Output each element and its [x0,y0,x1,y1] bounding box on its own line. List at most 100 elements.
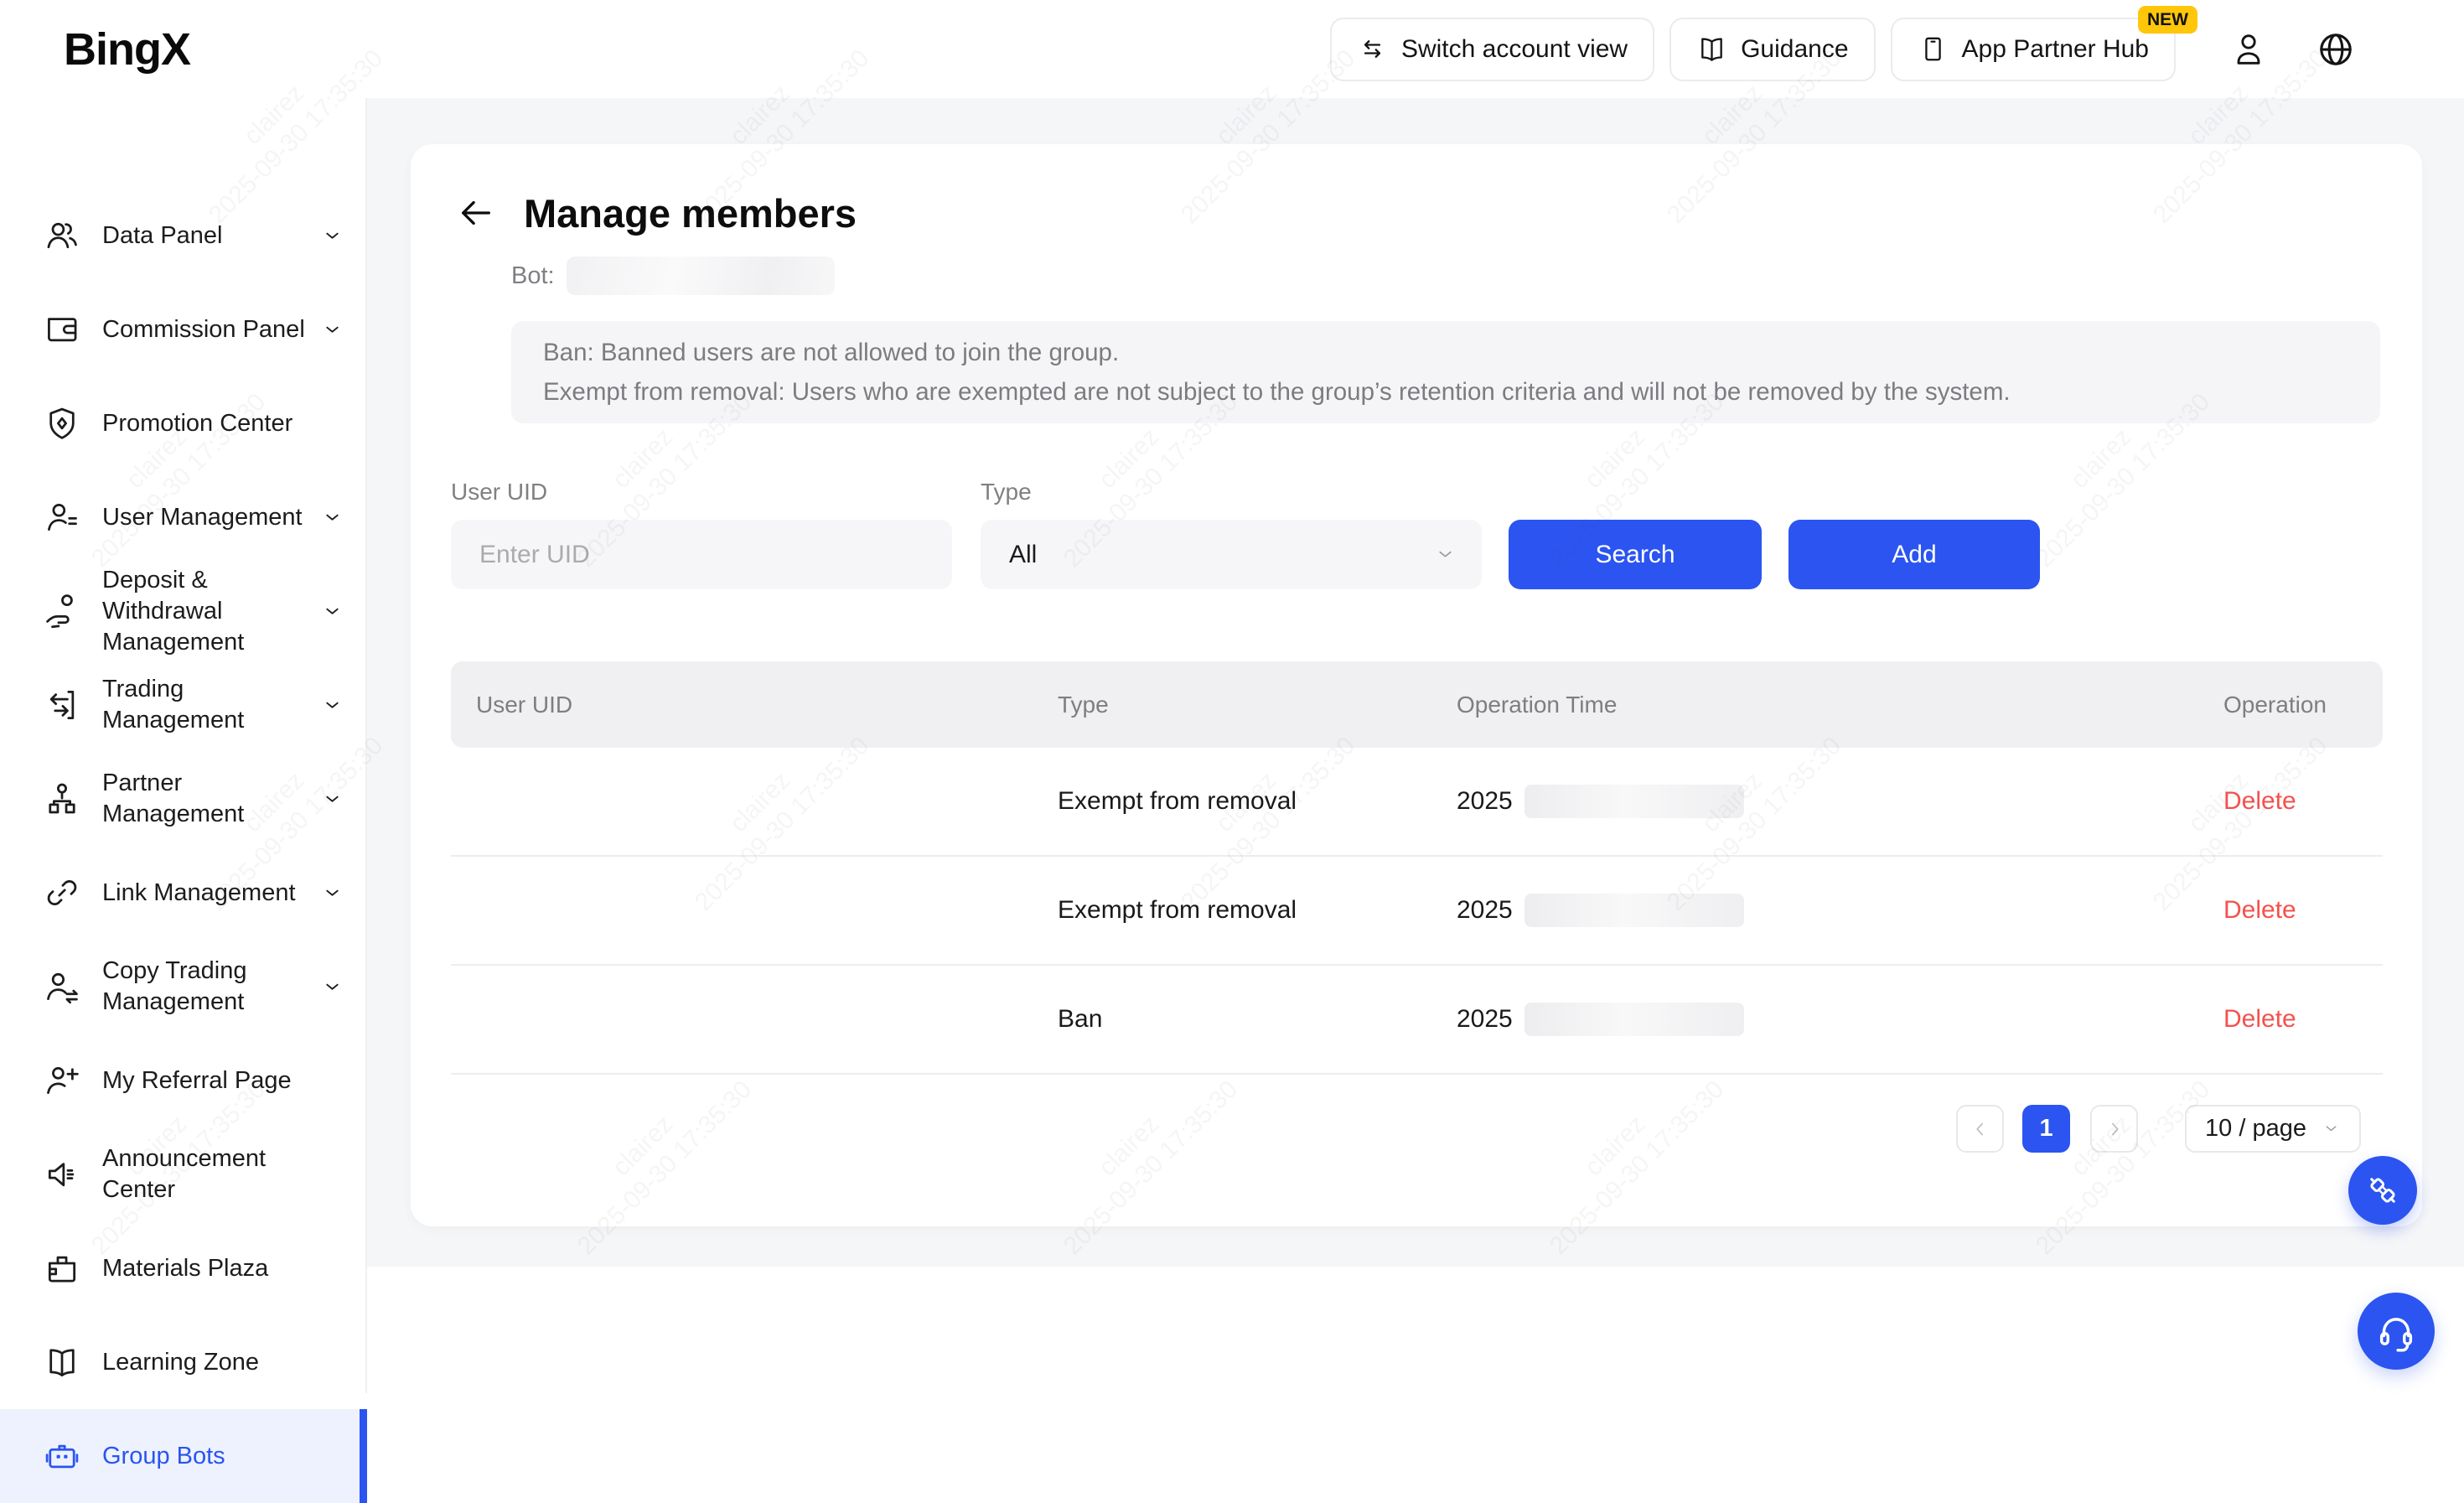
delete-link[interactable]: Delete [2223,787,2296,815]
search-button[interactable]: Search [1509,520,1762,589]
swap-icon [1357,34,1388,65]
hand-coin-icon [44,593,80,630]
org-chart-icon [44,780,80,817]
chevron-left-icon [1970,1118,1991,1140]
time-redacted [1524,894,1744,927]
next-page-button[interactable] [2090,1105,2138,1153]
avatar-icon[interactable] [2229,30,2268,69]
sidebar-item-label: Promotion Center [102,408,292,439]
user-lines-icon [44,499,80,536]
top-bar: BingX Switch account view Guidance App P… [0,0,2464,98]
user-uid-label: User UID [451,479,547,505]
notice-line-1: Ban: Banned users are not allowed to joi… [543,333,2348,372]
person-plus-icon [44,1062,80,1099]
type-cell: Ban [1058,1005,1457,1034]
time-redacted [1524,785,1744,818]
add-button[interactable]: Add [1788,520,2040,589]
bingx-logo: BingX [64,23,190,75]
col-operation: Operation [2223,692,2464,718]
uid-field-wrap [451,520,952,589]
sidebar-item-materials-plaza[interactable]: Materials Plaza [0,1221,365,1315]
back-arrow-icon[interactable] [457,194,495,232]
page-size-select[interactable]: 10 / page [2185,1105,2361,1153]
sidebar-item-data-panel[interactable]: Data Panel [0,189,365,282]
sidebar-item-label: Commission Panel [102,314,305,345]
top-actions: Switch account view Guidance App Partner… [1330,0,2357,98]
chevron-down-icon [321,882,344,904]
operation-time-cell: 2025 [1457,896,1513,925]
sidebar-item-trading-management[interactable]: TradingManagement [0,658,365,752]
sidebar-item-label: My Referral Page [102,1065,292,1096]
sidebar-item-label: Copy TradingManagement [102,956,247,1018]
robot-icon [44,1438,80,1474]
chevron-down-icon [2322,1119,2341,1138]
table-body: Exempt from removal 2025 Delete Exempt f… [451,748,2383,1075]
toolbox-icon [44,1250,80,1287]
connect-fab-button[interactable] [2348,1156,2417,1225]
sidebar-item-announcement-center[interactable]: AnnouncementCenter [0,1127,365,1221]
sidebar-item-copy-trading-management[interactable]: Copy TradingManagement [0,940,365,1034]
switch-account-view-label: Switch account view [1401,35,1628,64]
chevron-down-icon [321,225,344,247]
content-area: Manage members Bot: Ban: Banned users ar… [367,98,2464,1267]
shield-icon [44,405,80,442]
sidebar-item-label: User Management [102,502,303,533]
chevron-down-icon [1434,543,1457,566]
chevron-down-icon [321,694,344,717]
sidebar-item-promotion-center[interactable]: Promotion Center [0,376,365,470]
notice-box: Ban: Banned users are not allowed to joi… [511,321,2380,423]
table-header: User UID Type Operation Time Operation [451,661,2383,748]
sidebar-nav: Data Panel Commission Panel Promotion Ce… [0,98,367,1393]
support-fab-button[interactable] [2358,1293,2435,1370]
bot-name-redacted [567,257,835,295]
chevron-down-icon [321,506,344,529]
sidebar-item-partner-management[interactable]: PartnerManagement [0,752,365,846]
page-title: Manage members [524,190,857,236]
guidance-label: Guidance [1741,35,1848,64]
sidebar-item-deposit-withdrawal-management[interactable]: Deposit &WithdrawalManagement [0,564,365,658]
delete-link[interactable]: Delete [2223,1005,2296,1033]
bot-label: Bot: [511,262,555,290]
sidebar-item-my-referral-page[interactable]: My Referral Page [0,1034,365,1127]
uid-input[interactable] [451,520,952,589]
sidebar-item-label: PartnerManagement [102,768,244,830]
sidebar-item-user-management[interactable]: User Management [0,470,365,564]
switch-account-view-button[interactable]: Switch account view [1330,18,1654,81]
manage-members-card: Manage members Bot: Ban: Banned users ar… [411,144,2422,1226]
pagination: 1 10 / page [1956,1105,2361,1153]
sidebar-item-label: Learning Zone [102,1347,259,1378]
members-table: User UID Type Operation Time Operation E… [451,661,2383,1075]
app-partner-hub-button[interactable]: App Partner Hub NEW [1891,18,2176,81]
sidebar-item-commission-panel[interactable]: Commission Panel [0,282,365,376]
sidebar-item-label: Data Panel [102,220,223,251]
sidebar-item-label: Deposit &WithdrawalManagement [102,565,244,658]
wallet-icon [44,311,80,348]
operation-time-cell: 2025 [1457,787,1513,816]
prev-page-button[interactable] [1956,1105,2004,1153]
new-badge: NEW [2138,6,2197,34]
globe-icon[interactable] [2315,29,2357,70]
guide-book-icon [1696,34,1727,65]
table-row: Exempt from removal 2025 Delete [451,857,2383,966]
sidebar-item-label: Materials Plaza [102,1253,268,1284]
sidebar-item-link-management[interactable]: Link Management [0,846,365,940]
guidance-button[interactable]: Guidance [1669,18,1875,81]
plug-icon [2363,1171,2402,1210]
type-label: Type [981,479,1032,505]
table-row: Exempt from removal 2025 Delete [451,748,2383,857]
bot-row: Bot: [511,256,835,296]
chevron-down-icon [321,600,344,623]
type-select[interactable]: All [981,520,1482,589]
app-partner-hub-label: App Partner Hub [1962,35,2149,64]
sidebar-item-group-bots[interactable]: Group Bots [0,1409,365,1503]
type-cell: Exempt from removal [1058,787,1457,816]
col-operation-time: Operation Time [1457,692,2223,718]
sidebar-item-label: Link Management [102,878,296,909]
col-type: Type [1058,692,1457,718]
type-cell: Exempt from removal [1058,896,1457,925]
sidebar-item-label: TradingManagement [102,674,244,736]
delete-link[interactable]: Delete [2223,896,2296,924]
current-page-button[interactable]: 1 [2022,1105,2070,1153]
sidebar-item-learning-zone[interactable]: Learning Zone [0,1315,365,1409]
chevron-right-icon [2104,1118,2125,1140]
